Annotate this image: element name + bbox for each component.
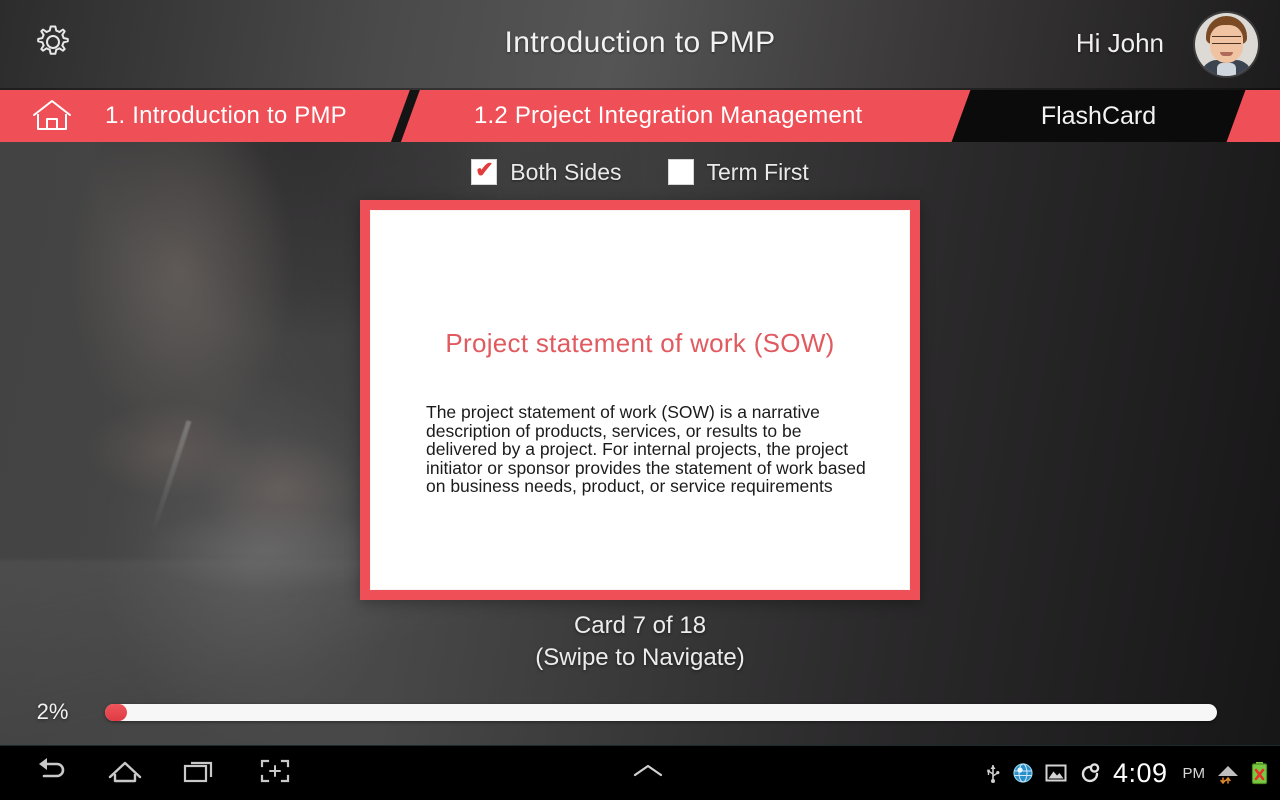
battery-error-icon [1251,761,1268,785]
breadcrumb-home-button[interactable] [26,99,78,135]
breadcrumb: 1. Introduction to PMP 1.2 Project Integ… [0,90,1280,142]
breadcrumb-item-chapter[interactable]: 1. Introduction to PMP [105,90,347,142]
avatar[interactable] [1195,13,1258,76]
flashcard-app-screen: Introduction to PMP Hi John 1. Introduct… [0,0,1280,800]
gallery-image-icon [1045,763,1067,783]
avatar-shirt [1217,63,1236,76]
breadcrumb-separator [387,90,423,142]
usb-icon [985,762,1001,784]
card-swipe-hint: (Swipe to Navigate) [535,644,745,671]
progress-bar-fill [105,703,128,721]
avatar-smile [1220,52,1233,56]
progress-bar[interactable] [105,703,1217,721]
status-meridiem: PM [1182,764,1206,782]
breadcrumb-item-section[interactable]: 1.2 Project Integration Management [474,90,862,142]
flashcard-definition: The project statement of work (SOW) is a… [426,402,866,496]
screenshot-icon [259,757,291,790]
status-clock: 4:09 [1112,757,1168,788]
nav-buttons [0,746,312,800]
status-icons[interactable]: 4:09 PM [985,758,1280,789]
home-button[interactable] [87,746,162,800]
card-counter: Card 7 of 18 (Swipe to Navigate) [0,610,1280,674]
avatar-face [1210,25,1243,63]
flashcard[interactable]: Project statement of work (SOW) The proj… [360,200,920,600]
checkbox-term-first[interactable] [667,159,694,185]
display-options: Both Sides Term First [0,152,1280,192]
avatar-glasses [1212,36,1241,44]
card-counter-text: Card 7 of 18 [573,612,707,639]
user-greeting: Hi John [1075,28,1164,58]
recent-apps-button[interactable] [162,746,237,800]
home-icon [107,757,143,790]
option-term-first-label: Term First [706,158,809,185]
flashcard-term: Project statement of work (SOW) [445,328,835,358]
expand-handle[interactable] [312,761,985,786]
chevron-up-icon [631,761,665,786]
app-header: Introduction to PMP Hi John [0,0,1280,90]
tab-flashcard[interactable]: FlashCard [961,90,1236,142]
screenshot-button[interactable] [237,746,312,800]
option-both-sides-label: Both Sides [510,158,622,185]
sync-loop-icon [1078,762,1102,784]
option-both-sides[interactable]: Both Sides [471,157,622,186]
back-arrow-icon [33,756,67,791]
wifi-icon [1216,762,1240,784]
recent-apps-icon [182,757,218,790]
back-button[interactable] [12,746,87,800]
home-icon [29,97,75,138]
progress-percent-label: 2% [36,699,69,724]
option-term-first[interactable]: Term First [667,158,809,186]
progress-row: 2% [0,692,1280,732]
checkbox-both-sides[interactable] [471,157,498,185]
android-navigation-bar: 4:09 PM [0,745,1280,800]
app-globe-icon [1012,762,1034,784]
flashcard-face: Project statement of work (SOW) The proj… [370,210,910,590]
